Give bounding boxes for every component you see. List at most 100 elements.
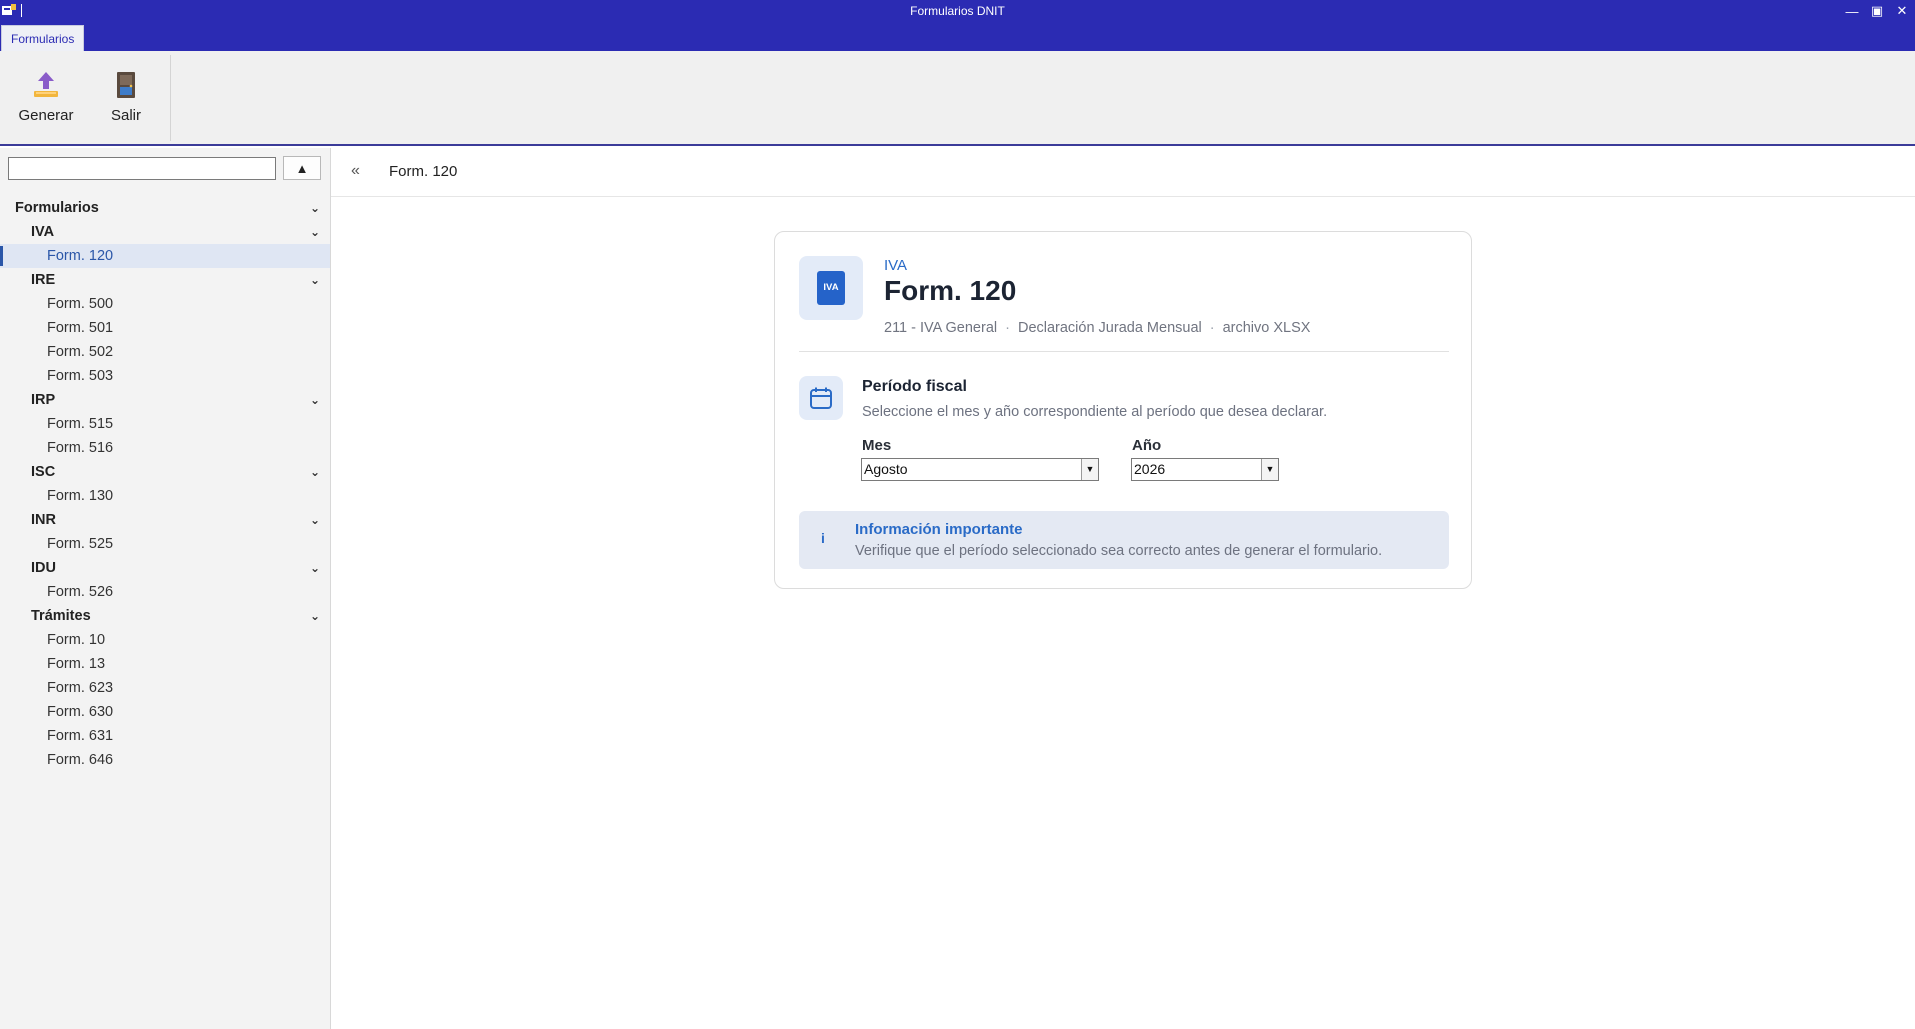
tree-item-form-525[interactable]: Form. 525	[0, 532, 330, 556]
tree-item-form-646[interactable]: Form. 646	[0, 748, 330, 772]
tree-item-form-516[interactable]: Form. 516	[0, 436, 330, 460]
tab-formularios[interactable]: Formularios	[1, 25, 85, 51]
tree-item-form-526[interactable]: Form. 526	[0, 580, 330, 604]
form-meta-format: archivo XLSX	[1222, 320, 1311, 336]
chevron-down-icon[interactable]: ⌄	[310, 196, 320, 220]
month-select-value: Agosto	[864, 461, 908, 477]
chevron-down-icon[interactable]: ⌄	[310, 220, 320, 244]
chevron-down-icon[interactable]: ⌄	[310, 268, 320, 292]
chevron-down-icon[interactable]: ⌄	[310, 388, 320, 412]
tree-item-label: Form. 646	[47, 752, 114, 768]
tree-node-ire[interactable]: IRE ⌄	[0, 268, 330, 292]
tree-item-form-501[interactable]: Form. 501	[0, 316, 330, 340]
dropdown-arrow-icon[interactable]: ▼	[1081, 459, 1098, 480]
tree-item-form-503[interactable]: Form. 503	[0, 364, 330, 388]
tree-node-label: Formularios	[15, 200, 99, 216]
month-label: Mes	[862, 437, 892, 454]
tree-node-iva[interactable]: IVA ⌄	[0, 220, 330, 244]
ribbon-tab-strip: Formularios	[0, 22, 1915, 51]
tree-item-label: Form. 503	[47, 368, 114, 384]
tree-item-form-500[interactable]: Form. 500	[0, 292, 330, 316]
tree-node-formularios[interactable]: Formularios ⌄	[0, 196, 330, 220]
tree-item-form-623[interactable]: Form. 623	[0, 676, 330, 700]
info-text: Verifique que el período seleccionado se…	[855, 543, 1383, 559]
tree-item-form-120[interactable]: Form. 120	[0, 244, 330, 268]
chevron-down-icon[interactable]: ⌄	[310, 604, 320, 628]
tree-item-form-502[interactable]: Form. 502	[0, 340, 330, 364]
tree-item-label: Form. 501	[47, 320, 114, 336]
card-divider	[799, 351, 1449, 352]
form-meta-code: 211 - IVA General	[884, 320, 998, 336]
tree-item-label: Form. 623	[47, 680, 114, 696]
period-title: Período fiscal	[862, 378, 967, 395]
form-badge: IVA	[799, 256, 863, 320]
tree-item-label: Form. 526	[47, 584, 114, 600]
tree-item-form-630[interactable]: Form. 630	[0, 700, 330, 724]
collapse-up-button[interactable]: ▲	[283, 156, 321, 180]
tree-item-form-13[interactable]: Form. 13	[0, 652, 330, 676]
tree-item-label: Form. 500	[47, 296, 114, 312]
tree-node-irp[interactable]: IRP ⌄	[0, 388, 330, 412]
dropdown-arrow-icon[interactable]: ▼	[1261, 459, 1278, 480]
tree-item-form-631[interactable]: Form. 631	[0, 724, 330, 748]
tree-node-label: IRE	[31, 272, 56, 288]
tree-item-form-130[interactable]: Form. 130	[0, 484, 330, 508]
tree-item-label: Form. 631	[47, 728, 114, 744]
year-select[interactable]: 2026 ▼	[1131, 458, 1279, 481]
ribbon-group-separator	[170, 55, 171, 141]
document-icon: IVA	[817, 271, 845, 305]
tree-node-label: ISC	[31, 464, 56, 480]
meta-separator: ·	[1209, 320, 1215, 336]
form-title: Form. 120	[884, 275, 1017, 306]
year-select-value: 2026	[1134, 461, 1166, 477]
upload-icon	[34, 72, 58, 97]
generar-button[interactable]: Generar	[8, 69, 84, 141]
collapse-sidebar-button[interactable]: «	[351, 162, 360, 180]
tree-node-label: IRP	[31, 392, 56, 408]
close-button[interactable]: ✕	[1893, 2, 1911, 20]
tree-node-tramites[interactable]: Trámites ⌄	[0, 604, 330, 628]
info-box: i Información importante Verifique que e…	[799, 511, 1449, 569]
tree-node-idu[interactable]: IDU ⌄	[0, 556, 330, 580]
generar-label: Generar	[18, 107, 74, 124]
ribbon: Generar Salir	[0, 51, 1915, 146]
forms-tree: Formularios ⌄ IVA ⌄ Form. 120 IRE ⌄ Form. 5…	[0, 196, 330, 772]
calendar-badge	[799, 376, 843, 420]
main-panel: « Form. 120 IVA IVA Form. 120 211 - IVA …	[331, 148, 1915, 1029]
chevron-down-icon[interactable]: ⌄	[310, 460, 320, 484]
salir-label: Salir	[110, 107, 141, 124]
restore-button[interactable]: ▣	[1868, 2, 1886, 20]
calendar-icon	[810, 387, 832, 409]
tree-item-label: Form. 13	[47, 656, 106, 672]
tree-node-label: Trámites	[31, 608, 91, 624]
meta-separator: ·	[1005, 320, 1010, 336]
month-select[interactable]: Agosto ▼	[861, 458, 1099, 481]
salir-button[interactable]: Salir	[88, 69, 164, 141]
info-title: Información importante	[855, 521, 1023, 538]
sidebar: ▲ Formularios ⌄ IVA ⌄ Form. 120 IRE ⌄ Form.…	[0, 148, 331, 1029]
tree-item-form-10[interactable]: Form. 10	[0, 628, 330, 652]
title-bar: Formularios DNIT — ▣ ✕	[0, 0, 1915, 22]
tree-item-label: Form. 525	[47, 536, 114, 552]
tree-node-label: IVA	[31, 224, 55, 240]
tree-item-form-515[interactable]: Form. 515	[0, 412, 330, 436]
period-description: Seleccione el mes y año correspondiente …	[862, 404, 1328, 420]
tree-item-label: Form. 516	[47, 440, 114, 456]
tree-item-label: Form. 10	[47, 632, 106, 648]
tree-item-label: Form. 630	[47, 704, 114, 720]
form-meta: 211 - IVA General · Declaración Jurada Men…	[884, 320, 1310, 336]
tree-node-isc[interactable]: ISC ⌄	[0, 460, 330, 484]
tree-item-label: Form. 130	[47, 488, 114, 504]
chevron-down-icon[interactable]: ⌄	[310, 556, 320, 580]
breadcrumb: Form. 120	[389, 163, 458, 180]
tree-item-label: Form. 515	[47, 416, 114, 432]
form-card: IVA IVA Form. 120 211 - IVA General · Decl…	[774, 231, 1472, 589]
breadcrumb-bar: « Form. 120	[331, 148, 1915, 197]
minimize-button[interactable]: —	[1843, 2, 1861, 20]
info-icon: i	[821, 530, 825, 546]
form-category: IVA	[884, 257, 908, 274]
search-input[interactable]	[8, 157, 276, 180]
window-title: Formularios DNIT	[910, 4, 1005, 18]
chevron-down-icon[interactable]: ⌄	[310, 508, 320, 532]
tree-node-inr[interactable]: INR ⌄	[0, 508, 330, 532]
